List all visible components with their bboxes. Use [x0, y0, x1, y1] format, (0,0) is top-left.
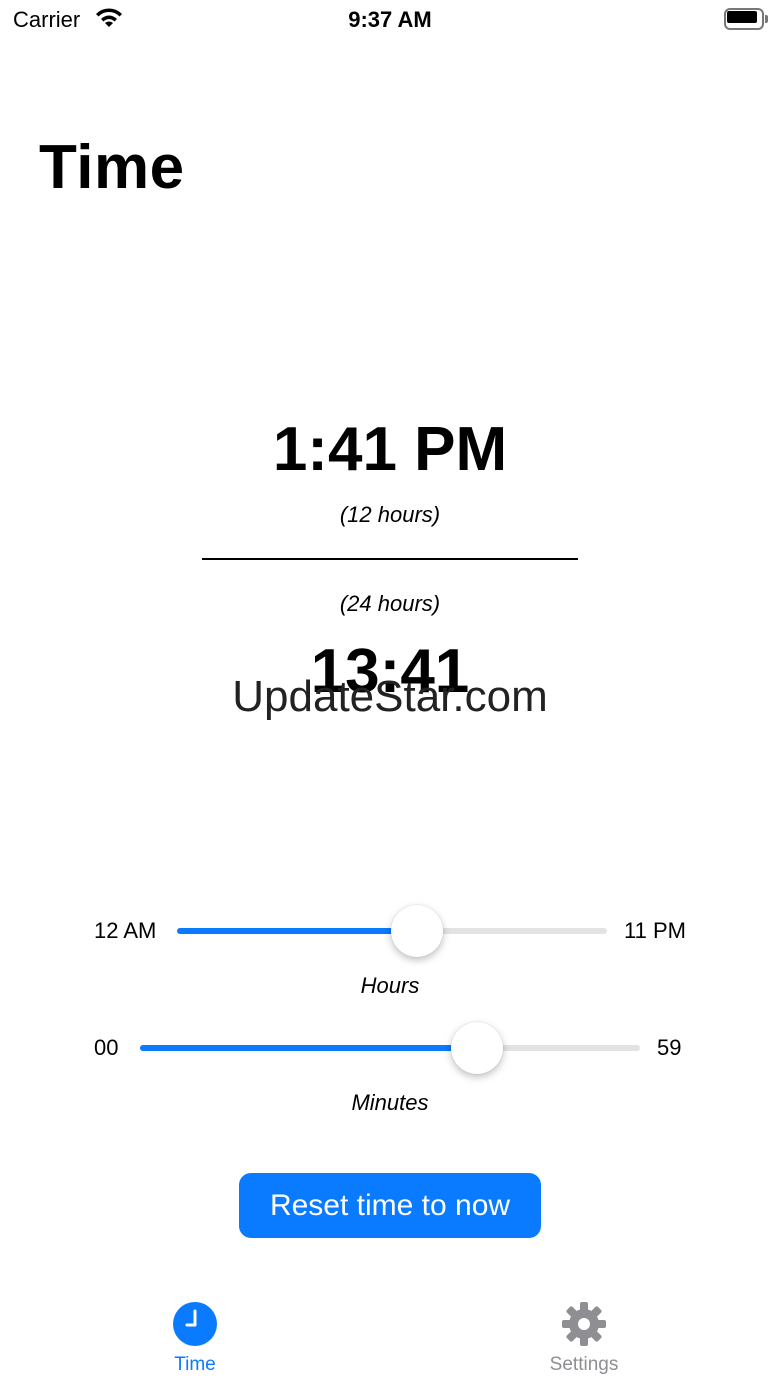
status-clock: 9:37 AM: [348, 7, 432, 32]
tab-settings[interactable]: Settings: [504, 1300, 664, 1376]
clock-icon: [173, 1302, 217, 1346]
minutes-slider-fill: [140, 1045, 478, 1051]
tab-settings-label: Settings: [549, 1354, 619, 1375]
gear-icon: [562, 1302, 606, 1346]
minutes-min-label: 00: [94, 1035, 119, 1060]
minutes-slider-thumb[interactable]: [451, 1022, 504, 1074]
minutes-slider[interactable]: [140, 1022, 640, 1074]
hours-max-label: 11 PM: [624, 918, 686, 943]
tab-time-label: Time: [174, 1354, 216, 1375]
reset-time-button[interactable]: Reset time to now: [239, 1173, 541, 1238]
page-title: Time: [39, 133, 185, 202]
minutes-caption: Minutes: [351, 1090, 429, 1115]
watermark: UpdateStar.com: [232, 672, 548, 721]
hours-caption: Hours: [360, 973, 420, 998]
status-bar: Carrier 9:37 AM: [0, 0, 780, 40]
minutes-max-label: 59: [657, 1035, 682, 1060]
divider: [202, 558, 578, 560]
caption-12h: (12 hours): [339, 502, 441, 527]
battery-icon: [724, 8, 768, 30]
hours-slider-thumb[interactable]: [390, 905, 443, 957]
tab-time[interactable]: Time: [115, 1300, 275, 1376]
caption-24h: (24 hours): [339, 591, 441, 616]
hours-slider[interactable]: [177, 905, 607, 957]
hours-min-label: 12 AM: [94, 918, 157, 943]
time-screen: Carrier 9:37 AM Time 1:41 PM (12 hours) …: [0, 0, 780, 1387]
time-12h-display: 1:41 PM: [272, 415, 508, 484]
hours-slider-fill: [177, 928, 417, 934]
